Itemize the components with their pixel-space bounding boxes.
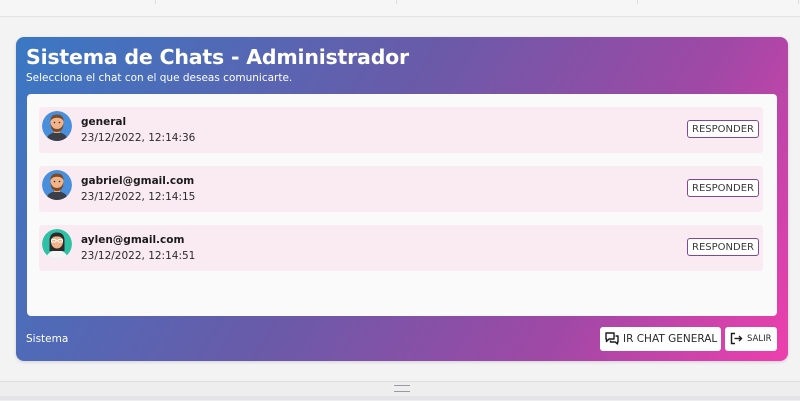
woman-avatar — [42, 229, 72, 259]
toolbar-segment — [156, 0, 397, 4]
logout-button[interactable]: SALIR — [725, 327, 777, 351]
chat-row-general[interactable]: general 23/12/2022, 12:14:36 RESPONDER — [39, 107, 763, 153]
man-beard-avatar — [42, 170, 72, 200]
chat-name: general — [81, 116, 127, 128]
logout-label: SALIR — [747, 334, 772, 344]
logout-icon — [730, 330, 743, 349]
chat-timestamp: 23/12/2022, 12:14:15 — [81, 191, 196, 203]
footer-label: Sistema — [26, 333, 69, 345]
page-title: Sistema de Chats - Administrador — [26, 45, 409, 69]
chat-bubbles-icon — [605, 330, 619, 349]
chat-timestamp: 23/12/2022, 12:14:36 — [81, 132, 196, 144]
chat-timestamp: 23/12/2022, 12:14:51 — [81, 250, 196, 262]
page-subtitle: Selecciona el chat con el que deseas com… — [26, 72, 293, 84]
chat-row-gabriel[interactable]: gabriel@gmail.com 23/12/2022, 12:14:15 R… — [39, 166, 763, 212]
chat-list: general 23/12/2022, 12:14:36 RESPONDER g… — [27, 94, 777, 316]
reply-button[interactable]: RESPONDER — [687, 238, 759, 256]
chat-row-aylen[interactable]: aylen@gmail.com 23/12/2022, 12:14:51 RES… — [39, 225, 763, 271]
reply-button[interactable]: RESPONDER — [687, 179, 759, 197]
toolbar-segment — [0, 0, 156, 4]
toolbar-segment — [638, 0, 799, 4]
go-general-chat-label: IR CHAT GENERAL — [623, 333, 718, 345]
reply-button[interactable]: RESPONDER — [687, 120, 759, 138]
man-beard-avatar — [42, 111, 72, 141]
chat-name: gabriel@gmail.com — [81, 175, 195, 187]
go-general-chat-button[interactable]: IR CHAT GENERAL — [600, 327, 721, 351]
resize-grip-icon[interactable] — [394, 385, 410, 392]
bottom-strip — [0, 396, 800, 400]
top-toolbar — [0, 0, 800, 17]
admin-chat-panel: Sistema de Chats - Administrador Selecci… — [16, 37, 788, 361]
chat-name: aylen@gmail.com — [81, 234, 185, 246]
toolbar-segment — [397, 0, 638, 4]
